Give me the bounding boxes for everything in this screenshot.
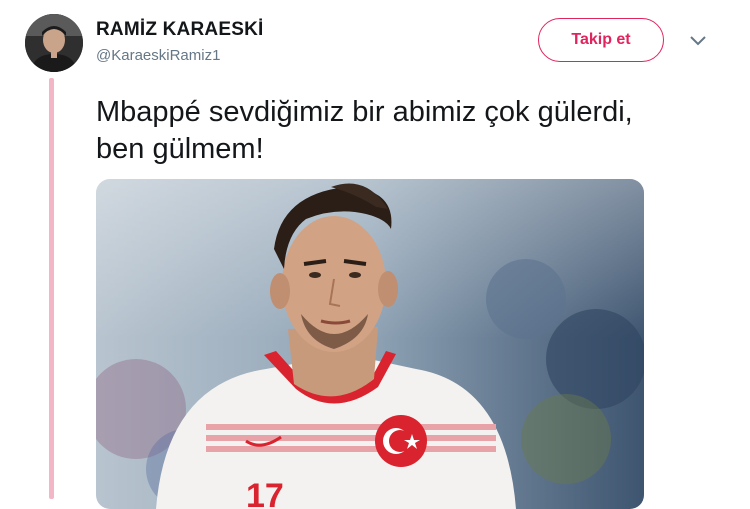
thread-line [49,78,54,499]
jersey-number: 17 [246,477,284,509]
chevron-down-icon[interactable] [688,34,708,48]
follow-button[interactable]: Takip et [538,18,664,62]
tweet-photo[interactable]: 17 [96,179,644,509]
tweet-text: Mbappé sevdiğimiz bir abimiz çok gülerdi… [96,96,633,165]
display-name[interactable]: RAMİZ KARAESKİ [96,19,263,41]
avatar[interactable] [25,14,83,72]
user-handle[interactable]: @KaraeskiRamiz1 [96,47,220,64]
avatar-image [25,14,83,72]
player-photo: 17 [96,179,644,509]
